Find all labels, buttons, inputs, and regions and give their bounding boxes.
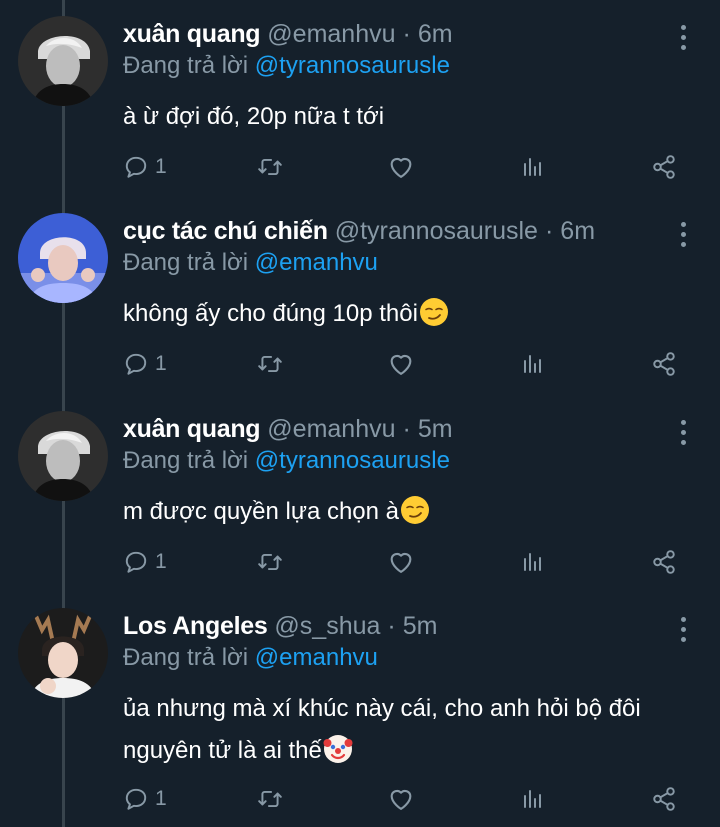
avatar[interactable] [18, 16, 108, 106]
separator-dot: · [402, 20, 411, 48]
share-icon [651, 154, 677, 180]
separator-dot: · [544, 217, 554, 245]
retweet-button[interactable] [257, 347, 283, 381]
tweet-text-content: nguyên tử là ai thế [123, 737, 322, 764]
tweet-text-line: nguyên tử là ai thế [123, 730, 693, 772]
tweet-text: không ấy cho đúng 10p thôi [123, 293, 693, 335]
tweet-text-content: không ấy cho đúng 10p thôi [123, 300, 418, 327]
retweet-icon [257, 351, 283, 377]
tweet-text: ủa nhưng mà xí khúc này cái, cho anh hỏi… [123, 688, 693, 772]
display-name[interactable]: Los Angeles [123, 612, 268, 641]
like-button[interactable] [387, 150, 415, 184]
share-button[interactable] [651, 545, 677, 579]
user-handle[interactable]: @tyrannosaurusle [335, 217, 538, 246]
tweet-text: à ừ đợi đó, 20p nữa t tới [123, 96, 693, 138]
heart-icon [387, 350, 415, 378]
replying-to-handle[interactable]: @tyrannosaurusle [255, 447, 450, 474]
analytics-icon [520, 550, 544, 574]
avatar[interactable] [18, 411, 108, 501]
replying-to: Đang trả lời @emanhvu [123, 644, 378, 672]
reply-icon [123, 549, 149, 575]
analytics-icon [520, 155, 544, 179]
like-button[interactable] [387, 782, 415, 816]
tweet-text-line: ủa nhưng mà xí khúc này cái, cho anh hỏi… [123, 695, 641, 722]
reply-icon [123, 154, 149, 180]
replying-to: Đang trả lời @emanhvu [123, 249, 378, 277]
replying-to-label: Đang trả lời [123, 52, 249, 79]
heart-icon [387, 153, 415, 181]
replying-to: Đang trả lời @tyrannosaurusle [123, 52, 450, 80]
share-button[interactable] [651, 782, 677, 816]
user-handle[interactable]: @emanhvu [267, 20, 395, 49]
reply-button[interactable]: 1 [123, 545, 167, 579]
reply-count: 1 [155, 550, 167, 573]
replying-to-label: Đang trả lời [123, 249, 249, 276]
replying-to-handle[interactable]: @emanhvu [255, 249, 378, 276]
share-icon [651, 351, 677, 377]
heart-icon [387, 548, 415, 576]
retweet-icon [257, 786, 283, 812]
share-button[interactable] [651, 347, 677, 381]
timestamp[interactable]: 5m [418, 415, 453, 444]
heart-icon [387, 785, 415, 813]
tweet-text-content: m được quyền lựa chọn à [123, 498, 400, 525]
avatar[interactable] [18, 608, 108, 698]
smirk-emoji-icon [400, 495, 430, 525]
analytics-button[interactable] [520, 150, 544, 184]
analytics-button[interactable] [520, 347, 544, 381]
retweet-button[interactable] [257, 545, 283, 579]
tweet-actions: 1 [123, 347, 683, 381]
timestamp[interactable]: 6m [418, 20, 453, 49]
display-name[interactable]: xuân quang [123, 20, 261, 49]
replying-to-label: Đang trả lời [123, 644, 249, 671]
reply-icon [123, 786, 149, 812]
separator-dot: · [402, 415, 411, 443]
analytics-button[interactable] [520, 782, 544, 816]
retweet-icon [257, 154, 283, 180]
user-handle[interactable]: @emanhvu [267, 415, 395, 444]
user-handle[interactable]: @s_shua [274, 612, 380, 641]
analytics-button[interactable] [520, 545, 544, 579]
clown-emoji-icon [323, 734, 353, 764]
timestamp[interactable]: 6m [560, 217, 595, 246]
analytics-icon [520, 787, 544, 811]
tweet-text-content: à ừ đợi đó, 20p nữa t tới [123, 103, 385, 130]
like-button[interactable] [387, 347, 415, 381]
retweet-button[interactable] [257, 782, 283, 816]
like-button[interactable] [387, 545, 415, 579]
separator-dot: · [387, 612, 396, 640]
more-options-icon[interactable] [675, 22, 691, 52]
share-icon [651, 786, 677, 812]
reply-icon [123, 351, 149, 377]
reply-count: 1 [155, 787, 167, 810]
replying-to-handle[interactable]: @emanhvu [255, 644, 378, 671]
reply-button[interactable]: 1 [123, 782, 167, 816]
replying-to: Đang trả lời @tyrannosaurusle [123, 447, 450, 475]
timestamp[interactable]: 5m [403, 612, 438, 641]
reply-button[interactable]: 1 [123, 150, 167, 184]
retweet-button[interactable] [257, 150, 283, 184]
retweet-icon [257, 549, 283, 575]
smirk-emoji-icon [419, 297, 449, 327]
replying-to-handle[interactable]: @tyrannosaurusle [255, 52, 450, 79]
tweet-actions: 1 [123, 545, 683, 579]
reply-count: 1 [155, 155, 167, 178]
reply-button[interactable]: 1 [123, 347, 167, 381]
more-options-icon[interactable] [675, 417, 691, 447]
share-icon [651, 549, 677, 575]
display-name[interactable]: xuân quang [123, 415, 261, 444]
tweet-actions: 1 [123, 782, 683, 816]
more-options-icon[interactable] [675, 614, 691, 644]
tweet-actions: 1 [123, 150, 683, 184]
tweet-text: m được quyền lựa chọn à [123, 491, 693, 533]
more-options-icon[interactable] [675, 219, 691, 249]
avatar[interactable] [18, 213, 108, 303]
share-button[interactable] [651, 150, 677, 184]
display-name[interactable]: cục tác chú chiến [123, 217, 328, 246]
analytics-icon [520, 352, 544, 376]
reply-count: 1 [155, 352, 167, 375]
replying-to-label: Đang trả lời [123, 447, 249, 474]
